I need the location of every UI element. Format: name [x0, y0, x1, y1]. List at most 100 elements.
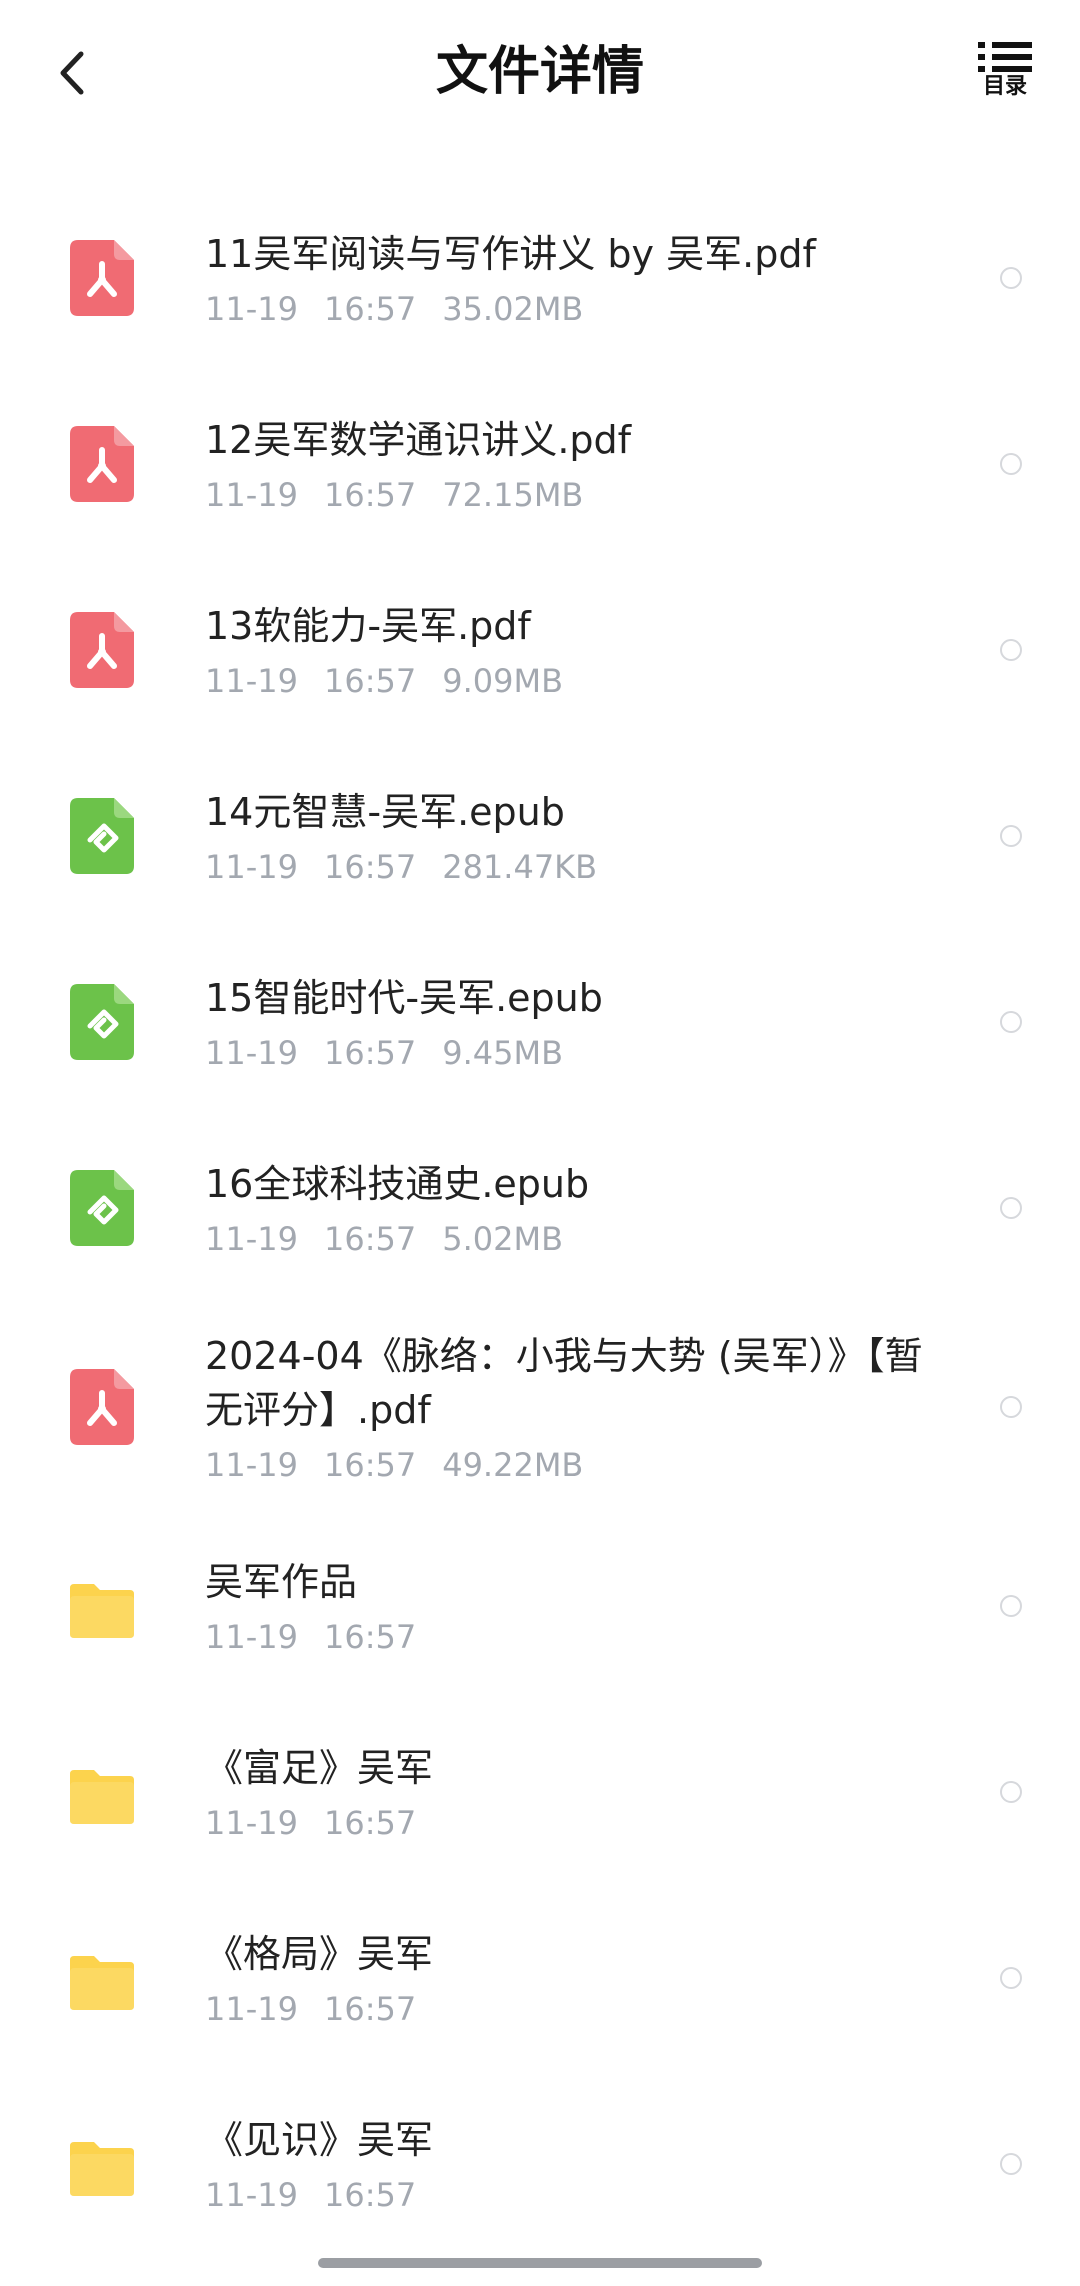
file-time: 16:57 [323, 662, 417, 700]
file-size: 5.02MB [442, 1220, 564, 1258]
list-item[interactable]: 吴军作品 11-19 16:57 [0, 1513, 1080, 1699]
list-item[interactable]: 《格局》吴军 11-19 16:57 [0, 1885, 1080, 2071]
file-info: 12吴军数学通识讲义.pdf 11-19 16:57 72.15MB [205, 413, 930, 515]
file-meta: 11-19 16:57 [205, 2175, 930, 2215]
pdf-icon [70, 240, 134, 316]
select-radio[interactable] [1000, 267, 1022, 289]
page-title: 文件详情 [435, 42, 644, 102]
file-meta: 11-19 16:57 72.15MB [205, 475, 930, 515]
file-size: 9.09MB [442, 662, 564, 700]
select-radio[interactable] [1000, 1781, 1022, 1803]
file-name: 吴军作品 [205, 1560, 358, 1604]
file-meta: 11-19 16:57 49.22MB [205, 1445, 930, 1485]
file-name: 《富足》吴军 [205, 1746, 434, 1790]
file-date: 11-19 [205, 662, 298, 700]
file-time: 16:57 [323, 1618, 417, 1656]
epub-icon [70, 1170, 134, 1246]
file-date: 11-19 [205, 2176, 298, 2214]
list-item[interactable]: 11吴军阅读与写作讲义 by 吴军.pdf 11-19 16:57 35.02MB [0, 185, 1080, 371]
file-name: 13软能力-吴军.pdf [205, 604, 531, 648]
list-item[interactable]: 16全球科技通史.epub 11-19 16:57 5.02MB [0, 1115, 1080, 1301]
toc-button[interactable]: 目录 [970, 40, 1040, 110]
select-radio[interactable] [1000, 2153, 1022, 2175]
file-date: 11-19 [205, 1804, 298, 1842]
file-date: 11-19 [205, 1220, 298, 1258]
pdf-icon [70, 612, 134, 688]
file-time: 16:57 [323, 2176, 417, 2214]
home-indicator[interactable] [318, 2258, 762, 2268]
file-time: 16:57 [323, 1990, 417, 2028]
list-item[interactable]: 《富足》吴军 11-19 16:57 [0, 1699, 1080, 1885]
file-meta: 11-19 16:57 35.02MB [205, 289, 930, 329]
file-meta: 11-19 16:57 5.02MB [205, 1219, 930, 1259]
select-radio[interactable] [1000, 1011, 1022, 1033]
select-radio[interactable] [1000, 1197, 1022, 1219]
select-radio[interactable] [1000, 1396, 1022, 1418]
select-radio[interactable] [1000, 639, 1022, 661]
file-date: 11-19 [205, 1618, 298, 1656]
folder-icon [70, 1754, 134, 1830]
file-meta: 11-19 16:57 9.09MB [205, 661, 930, 701]
file-time: 16:57 [323, 1034, 417, 1072]
folder-icon [70, 1568, 134, 1644]
file-size: 9.45MB [442, 1034, 564, 1072]
file-info: 16全球科技通史.epub 11-19 16:57 5.02MB [205, 1157, 930, 1259]
file-info: 14元智慧-吴军.epub 11-19 16:57 281.47KB [205, 785, 930, 887]
file-info: 《格局》吴军 11-19 16:57 [205, 1927, 930, 2029]
file-date: 11-19 [205, 848, 298, 886]
select-radio[interactable] [1000, 1967, 1022, 1989]
epub-icon [70, 984, 134, 1060]
toc-label: 目录 [982, 74, 1027, 99]
file-name: 12吴军数学通识讲义.pdf [205, 418, 632, 462]
file-meta: 11-19 16:57 [205, 1989, 930, 2029]
file-date: 11-19 [205, 1034, 298, 1072]
folder-icon [70, 1940, 134, 2016]
file-date: 11-19 [205, 290, 298, 328]
file-date: 11-19 [205, 1446, 298, 1484]
epub-icon [70, 798, 134, 874]
file-time: 16:57 [323, 1446, 417, 1484]
top-bar: 文件详情 目录 [0, 0, 1080, 150]
file-name: 《格局》吴军 [205, 1932, 434, 1976]
file-time: 16:57 [323, 476, 417, 514]
list-icon [978, 42, 1032, 72]
file-size: 35.02MB [442, 290, 584, 328]
file-meta: 11-19 16:57 281.47KB [205, 847, 930, 887]
list-item[interactable]: 13软能力-吴军.pdf 11-19 16:57 9.09MB [0, 557, 1080, 743]
file-name: 《见识》吴军 [205, 2118, 434, 2162]
list-item[interactable]: 15智能时代-吴军.epub 11-19 16:57 9.45MB [0, 929, 1080, 1115]
file-time: 16:57 [323, 1220, 417, 1258]
file-name: 11吴军阅读与写作讲义 by 吴军.pdf [205, 232, 816, 276]
select-radio[interactable] [1000, 825, 1022, 847]
file-date: 11-19 [205, 476, 298, 514]
file-name: 14元智慧-吴军.epub [205, 790, 565, 834]
file-size: 49.22MB [442, 1446, 584, 1484]
file-time: 16:57 [323, 290, 417, 328]
folder-icon [70, 2126, 134, 2202]
file-meta: 11-19 16:57 9.45MB [205, 1033, 930, 1073]
file-meta: 11-19 16:57 [205, 1617, 930, 1657]
file-date: 11-19 [205, 1990, 298, 2028]
file-meta: 11-19 16:57 [205, 1803, 930, 1843]
select-radio[interactable] [1000, 453, 1022, 475]
list-item[interactable]: 14元智慧-吴军.epub 11-19 16:57 281.47KB [0, 743, 1080, 929]
file-name: 16全球科技通史.epub [205, 1162, 590, 1206]
file-time: 16:57 [323, 848, 417, 886]
file-info: 《见识》吴军 11-19 16:57 [205, 2113, 930, 2215]
file-time: 16:57 [323, 1804, 417, 1842]
file-info: 15智能时代-吴军.epub 11-19 16:57 9.45MB [205, 971, 930, 1073]
file-size: 72.15MB [442, 476, 584, 514]
file-info: 2024-04《脉络：小我与大势 (吴军）》【暂无评分】.pdf 11-19 16:… [205, 1329, 930, 1485]
select-radio[interactable] [1000, 1595, 1022, 1617]
list-item[interactable]: 《见识》吴军 11-19 16:57 [0, 2071, 1080, 2257]
list-item[interactable]: 2024-04《脉络：小我与大势 (吴军）》【暂无评分】.pdf 11-19 16:… [0, 1301, 1080, 1513]
list-item[interactable]: 12吴军数学通识讲义.pdf 11-19 16:57 72.15MB [0, 371, 1080, 557]
pdf-icon [70, 1369, 134, 1445]
file-info: 11吴军阅读与写作讲义 by 吴军.pdf 11-19 16:57 35.02MB [205, 227, 930, 329]
file-info: 《富足》吴军 11-19 16:57 [205, 1741, 930, 1843]
file-size: 281.47KB [442, 848, 598, 886]
file-name: 15智能时代-吴军.epub [205, 976, 603, 1020]
file-name: 2024-04《脉络：小我与大势 (吴军）》【暂无评分】.pdf [205, 1334, 923, 1432]
file-info: 吴军作品 11-19 16:57 [205, 1555, 930, 1657]
pdf-icon [70, 426, 134, 502]
